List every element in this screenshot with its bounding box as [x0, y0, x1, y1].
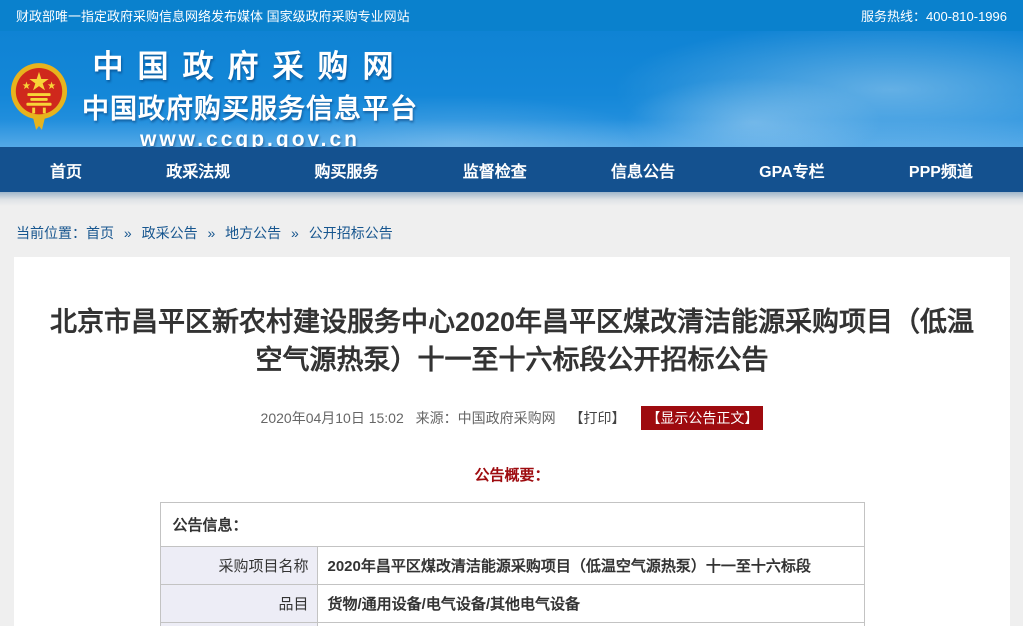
- service-hotline: 服务热线：400-810-1996: [861, 6, 1007, 25]
- breadcrumb-open-tender[interactable]: 公开招标公告: [309, 225, 393, 241]
- site-name: 中国政府采购网: [82, 41, 418, 86]
- masthead: 中国政府采购网 中国政府购买服务信息平台 www.ccgp.gov.cn: [0, 31, 1023, 147]
- nav-item-announcements[interactable]: 信息公告: [611, 158, 675, 182]
- breadcrumb-home[interactable]: 首页: [86, 225, 114, 241]
- row-value-purchaser: 北京市昌平区新农村建设服务中心: [317, 623, 864, 626]
- cloud-decoration: [623, 77, 883, 147]
- nav-shadow: [0, 192, 1023, 206]
- row-label-category: 品目: [160, 585, 317, 623]
- site-url: www.ccgp.gov.cn: [82, 128, 418, 147]
- row-label-purchaser: 采购单位: [160, 623, 317, 626]
- site-logo-link[interactable]: 中国政府采购网 中国政府购买服务信息平台 www.ccgp.gov.cn: [10, 41, 418, 147]
- breadcrumb-local-announcements[interactable]: 地方公告: [225, 225, 281, 241]
- publish-datetime: 2020年04月10日 15:02: [261, 410, 404, 426]
- summary-heading: 公告概要：: [14, 464, 1010, 485]
- row-value-project-name: 2020年昌平区煤改清洁能源采购项目（低温空气源热泵）十一至十六标段: [317, 547, 864, 585]
- breadcrumb-label: 当前位置：: [16, 225, 86, 241]
- top-utility-bar: 财政部唯一指定政府采购信息网络发布媒体 国家级政府采购专业网站 服务热线：400…: [0, 0, 1023, 31]
- main-navigation: 首页 政采法规 购买服务 监督检查 信息公告 GPA专栏 PPP频道: [0, 147, 1023, 192]
- table-row: 采购项目名称 2020年昌平区煤改清洁能源采购项目（低温空气源热泵）十一至十六标…: [160, 547, 864, 585]
- breadcrumb-separator: »: [207, 225, 215, 241]
- nav-item-home[interactable]: 首页: [50, 158, 82, 182]
- print-button[interactable]: 【打印】: [570, 410, 626, 426]
- table-header-cell: 公告信息：: [160, 503, 864, 547]
- table-header-row: 公告信息：: [160, 503, 864, 547]
- announcement-title: 北京市昌平区新农村建设服务中心2020年昌平区煤改清洁能源采购项目（低温空气源热…: [47, 303, 977, 379]
- announcement-info-table: 公告信息： 采购项目名称 2020年昌平区煤改清洁能源采购项目（低温空气源热泵）…: [160, 502, 865, 626]
- nav-item-supervision[interactable]: 监督检查: [463, 158, 527, 182]
- nav-item-regulations[interactable]: 政采法规: [166, 158, 230, 182]
- source-label: 来源：中国政府采购网: [416, 410, 556, 426]
- show-notice-button[interactable]: 【显示公告正文】: [641, 406, 763, 430]
- announcement-card: 北京市昌平区新农村建设服务中心 2020年昌平区煤改清洁能源采购项目（低温空气源热…: [14, 257, 1010, 626]
- row-value-category: 货物/通用设备/电气设备/其他电气设备: [317, 585, 864, 623]
- nav-item-purchase-services[interactable]: 购买服务: [314, 158, 378, 182]
- table-row: 采购单位 北京市昌平区新农村建设服务中心: [160, 623, 864, 626]
- breadcrumb-separator: »: [291, 225, 299, 241]
- brand-text: 中国政府采购网 中国政府购买服务信息平台 www.ccgp.gov.cn: [82, 41, 418, 147]
- nav-item-ppp[interactable]: PPP频道: [909, 158, 973, 182]
- row-label-project-name: 采购项目名称: [160, 547, 317, 585]
- site-subtitle: 中国政府购买服务信息平台: [82, 87, 418, 126]
- cloud-decoration: [603, 31, 1023, 147]
- breadcrumb-procurement-announcements[interactable]: 政采公告: [142, 225, 198, 241]
- announcement-meta: 2020年04月10日 15:02 来源：中国政府采购网 【打印】 【显示公告正…: [14, 406, 1010, 430]
- table-row: 品目 货物/通用设备/电气设备/其他电气设备: [160, 585, 864, 623]
- national-emblem-icon: [10, 60, 68, 134]
- breadcrumb: 当前位置：首页 » 政采公告 » 地方公告 » 公开招标公告: [0, 206, 1023, 257]
- site-slogan: 财政部唯一指定政府采购信息网络发布媒体 国家级政府采购专业网站: [16, 6, 410, 25]
- nav-item-gpa[interactable]: GPA专栏: [759, 158, 825, 182]
- breadcrumb-separator: »: [124, 225, 132, 241]
